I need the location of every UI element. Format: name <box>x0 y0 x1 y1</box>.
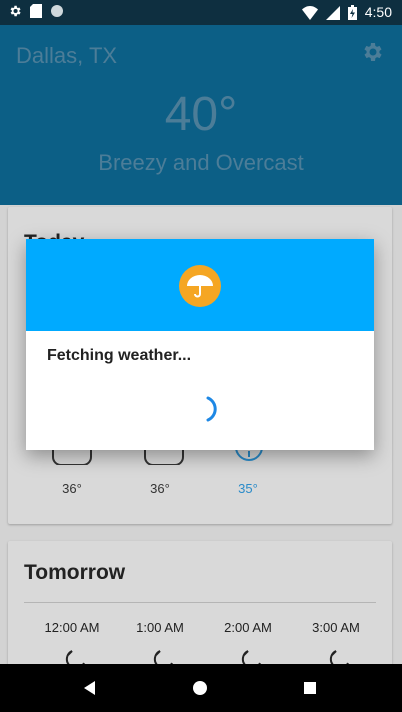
navigation-bar <box>0 664 402 712</box>
dialog-header <box>26 239 374 331</box>
umbrella-icon <box>179 265 221 307</box>
hour-temp-current: 35° <box>238 481 258 496</box>
loading-dialog: Fetching weather... <box>26 239 374 450</box>
status-time: 4:50 <box>364 4 392 20</box>
status-bar: 4:50 <box>0 0 402 25</box>
current-condition: Breezy and Overcast <box>98 150 304 175</box>
divider <box>24 602 376 603</box>
sd-card-icon <box>30 4 42 18</box>
city-label: Dallas, TX <box>16 43 118 68</box>
moon-icon <box>65 650 85 665</box>
recents-icon[interactable] <box>300 678 320 698</box>
back-icon[interactable] <box>80 678 100 698</box>
dialog-message: Fetching weather... <box>47 347 192 364</box>
tomorrow-card: Tomorrow 12:00 AM 1:00 AM 2:00 AM 3:00 A… <box>8 541 392 681</box>
weather-header: Dallas, TX 40° Breezy and Overcast <box>0 25 402 205</box>
wifi-icon <box>301 5 318 20</box>
loading-spinner-icon <box>206 396 217 422</box>
tomorrow-title: Tomorrow <box>24 561 126 584</box>
hour-temp: 36° <box>62 481 82 496</box>
hour-label: 1:00 AM <box>136 620 184 635</box>
hour-label: 12:00 AM <box>44 620 100 635</box>
settings-gear-icon[interactable] <box>360 40 384 64</box>
gear-icon <box>10 5 21 17</box>
battery-charging-icon <box>347 5 357 20</box>
signal-icon <box>325 5 340 20</box>
moon-icon <box>241 650 261 665</box>
moon-icon <box>329 650 349 665</box>
moon-icon <box>153 650 173 665</box>
hour-label: 3:00 AM <box>312 620 360 635</box>
circle-icon <box>51 5 63 17</box>
home-icon[interactable] <box>190 678 210 698</box>
current-temperature: 40° <box>164 88 238 141</box>
hour-label: 2:00 AM <box>224 620 272 635</box>
hour-temp: 36° <box>150 481 170 496</box>
